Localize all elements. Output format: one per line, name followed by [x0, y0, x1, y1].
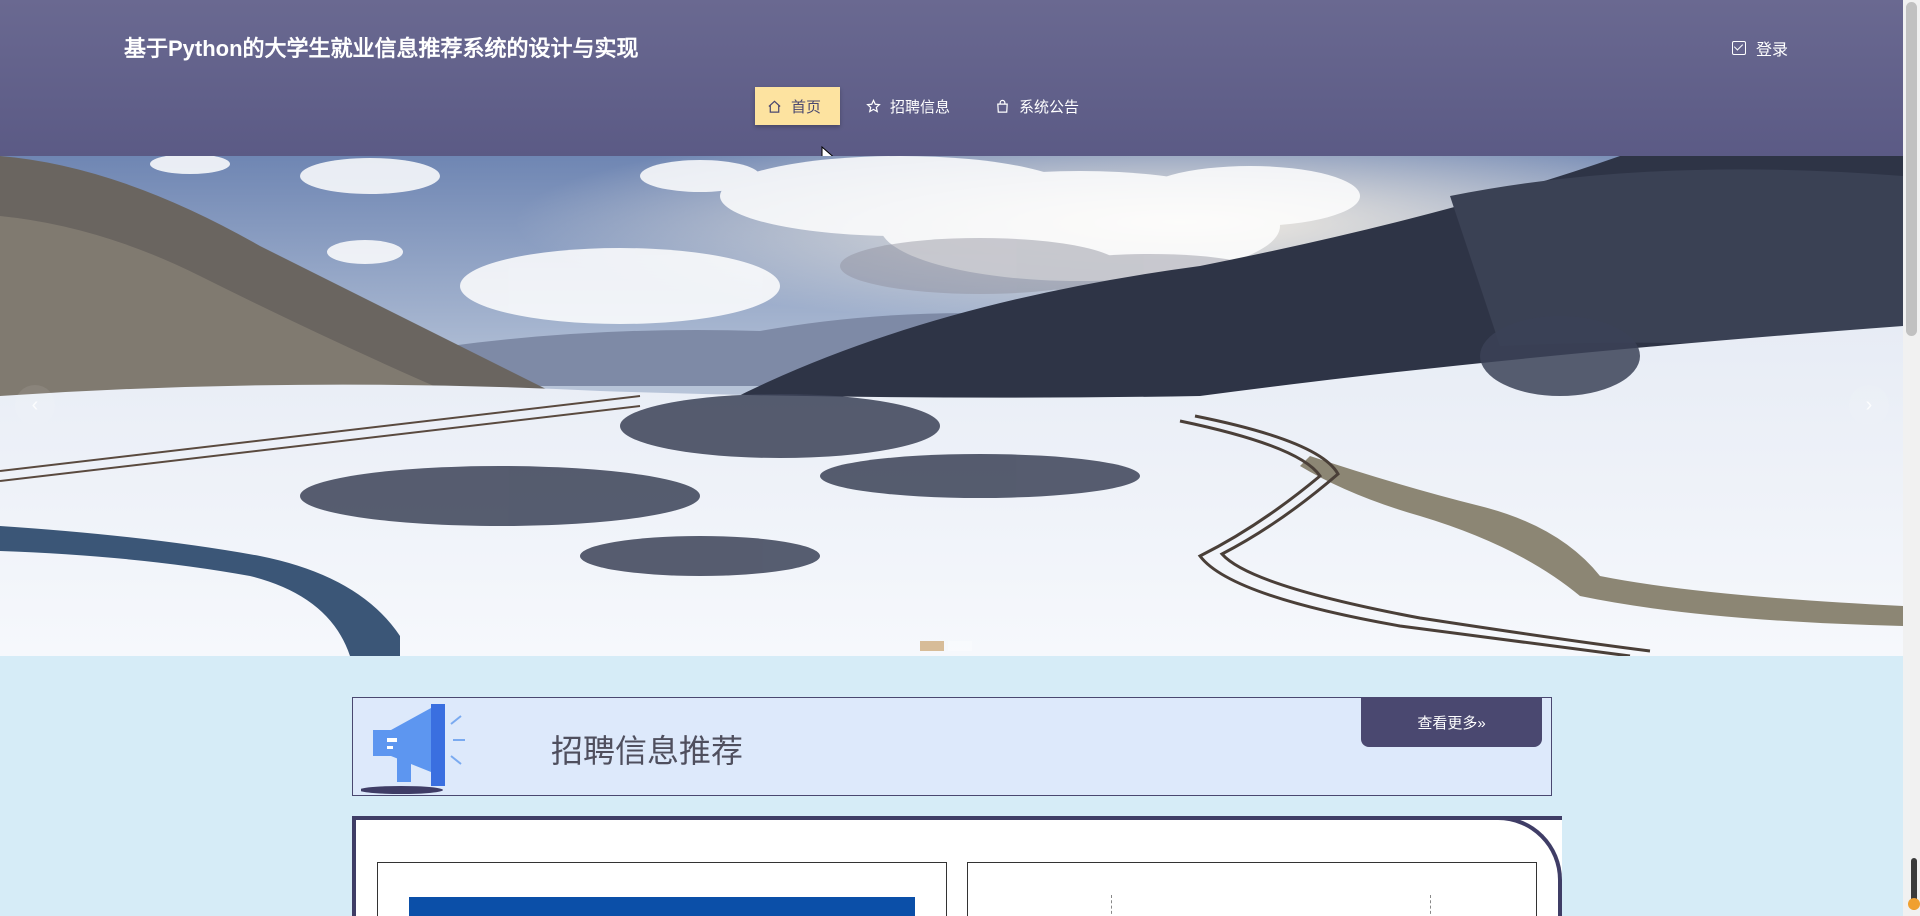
section-title: 招聘信息推荐	[551, 733, 744, 769]
login-link[interactable]: 登录	[1732, 36, 1788, 60]
bag-icon	[997, 99, 1008, 113]
carousel-indicators	[920, 641, 972, 651]
chevron-right-icon: ›	[1865, 393, 1873, 416]
banner-carousel[interactable]	[0, 156, 1903, 656]
megaphone-icon	[361, 704, 465, 794]
checkbox-icon	[1732, 41, 1746, 55]
carousel-prev-button[interactable]: ‹	[15, 385, 55, 425]
nav-item-label: 招聘信息	[890, 98, 951, 116]
view-more-button[interactable]: 查看更多»	[1361, 697, 1542, 747]
scrollbar-thumb[interactable]	[1906, 2, 1917, 336]
job-card-image	[409, 897, 915, 916]
main-nav: 首页 招聘信息 系统公告	[755, 87, 1098, 125]
login-label: 登录	[1756, 42, 1789, 59]
nav-item-home[interactable]: 首页	[755, 87, 841, 125]
home-icon	[768, 100, 781, 113]
nav-item-label: 系统公告	[1019, 98, 1080, 116]
banner-image	[0, 156, 1903, 656]
job-card[interactable]	[967, 862, 1537, 916]
site-title: 基于Python的大学生就业信息推荐系统的设计与实现	[124, 36, 639, 61]
carousel-next-button[interactable]: ›	[1849, 385, 1889, 425]
carousel-dot[interactable]	[920, 641, 944, 651]
job-recommend-header: 招聘信息推荐 查看更多»	[352, 697, 1552, 796]
star-icon	[866, 98, 881, 113]
carousel-dot[interactable]	[948, 641, 972, 651]
nav-item-label: 首页	[791, 98, 822, 116]
chevron-left-icon: ‹	[31, 393, 39, 416]
job-card-image	[1111, 895, 1431, 916]
job-card[interactable]	[377, 862, 947, 916]
back-to-top-button[interactable]	[1908, 898, 1920, 910]
page-scrollbar[interactable]	[1903, 0, 1920, 916]
nav-item-announcements[interactable]: 系统公告	[983, 87, 1098, 125]
nav-item-jobs[interactable]: 招聘信息	[854, 87, 969, 125]
site-header: 基于Python的大学生就业信息推荐系统的设计与实现 登录 首页 招聘信息 系统…	[0, 0, 1903, 156]
